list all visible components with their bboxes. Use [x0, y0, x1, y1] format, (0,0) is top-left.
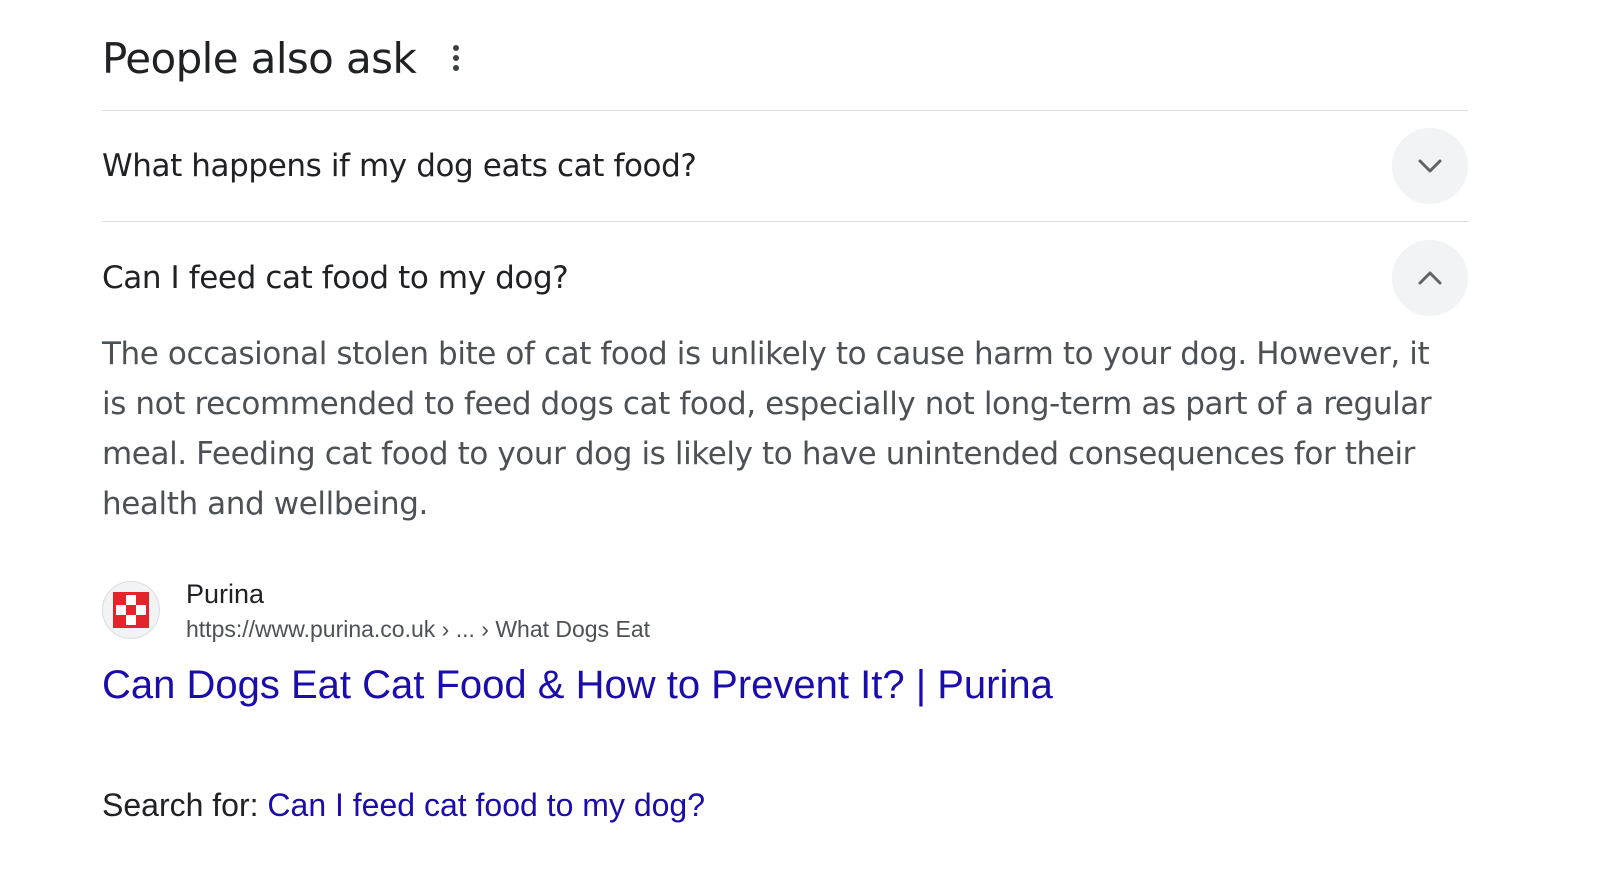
- paa-question-1[interactable]: What happens if my dog eats cat food?: [102, 111, 1468, 222]
- source-name: Purina: [186, 579, 265, 609]
- purina-checkerboard-icon: [102, 581, 160, 639]
- chevron-down-icon: [1418, 159, 1442, 173]
- people-also-ask-panel: People also ask What happens if my dog e…: [102, 0, 1468, 711]
- source-url: https://www.purina.co.uk › ... › What Do…: [186, 616, 651, 642]
- source-meta: Purina https://www.purina.co.uk › ... › …: [186, 575, 650, 645]
- collapse-button[interactable]: [1392, 239, 1468, 316]
- answer-text: The occasional stolen bite of cat food i…: [102, 336, 1432, 522]
- paa-answer: The occasional stolen bite of cat food i…: [102, 333, 1468, 711]
- search-for-label: Search for:: [102, 787, 268, 823]
- search-for-line: Search for: Can I feed cat food to my do…: [102, 782, 705, 828]
- result-title-link[interactable]: Can Dogs Eat Cat Food & How to Prevent I…: [102, 659, 1468, 711]
- question-text: What happens if my dog eats cat food?: [102, 148, 697, 184]
- chevron-up-icon: [1418, 271, 1442, 284]
- search-for-query-link[interactable]: Can I feed cat food to my dog?: [267, 787, 705, 823]
- expand-button[interactable]: [1392, 128, 1468, 204]
- paa-header: People also ask: [102, 0, 1468, 111]
- paa-title: People also ask: [102, 33, 417, 83]
- paa-question-2[interactable]: Can I feed cat food to my dog?: [102, 222, 1468, 333]
- source-attribution[interactable]: Purina https://www.purina.co.uk › ... › …: [102, 575, 1468, 645]
- more-vert-icon[interactable]: [436, 38, 476, 78]
- question-text: Can I feed cat food to my dog?: [102, 259, 569, 296]
